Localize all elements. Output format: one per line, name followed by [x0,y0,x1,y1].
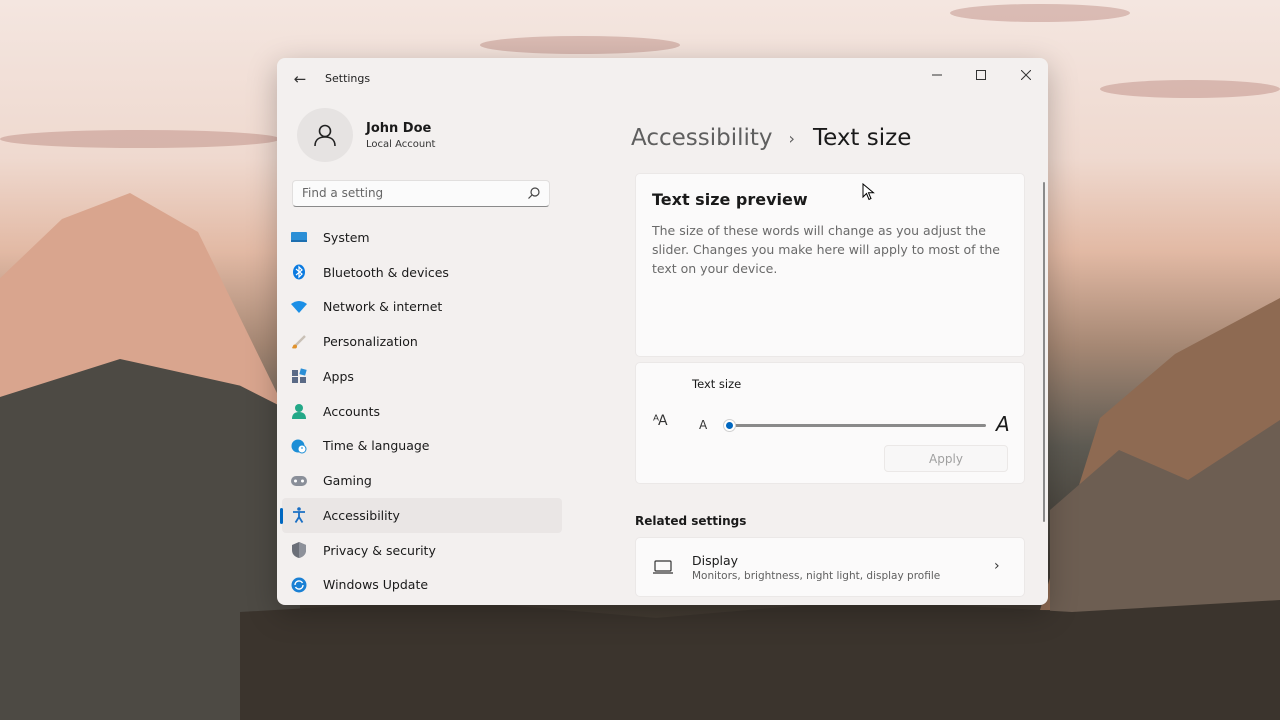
sidebar-item-label: Network & internet [323,299,443,315]
minimize-button[interactable] [919,62,955,88]
update-icon [291,577,307,593]
sidebar-item-gaming[interactable]: Gaming [282,463,562,498]
preview-text: The size of these words will change as y… [652,223,1000,276]
mouse-cursor-icon [862,183,875,201]
user-name: John Doe [366,121,432,136]
paintbrush-icon [291,334,307,350]
sidebar-item-time-language[interactable]: Time & language [282,429,562,464]
person-icon [314,124,336,147]
shield-icon [291,542,307,559]
cloud [480,36,680,54]
sidebar-item-system[interactable]: System [282,220,562,255]
text-size-slider-card: Text size ᴬA A A Apply [635,362,1025,484]
sidebar: John Doe Local Account System Bluetoot [277,98,567,605]
display-subtitle: Monitors, brightness, night light, displ… [692,570,941,582]
system-icon [291,229,307,245]
user-profile[interactable]: John Doe Local Account [297,108,557,164]
sidebar-item-label: Apps [323,368,354,384]
related-settings-heading: Related settings [635,514,747,528]
sidebar-item-label: System [323,229,370,245]
title-bar: ← Settings [277,58,1048,98]
sidebar-item-windows-update[interactable]: Windows Update [282,568,562,603]
content-pane: Accessibility › Text size Text size prev… [567,98,1048,605]
text-size-slider[interactable] [722,419,986,432]
mountain [240,600,1280,720]
accounts-icon [291,403,307,420]
sidebar-item-label: Windows Update [323,577,429,593]
sidebar-item-personalization[interactable]: Personalization [282,324,562,359]
sidebar-item-label: Accounts [323,403,380,419]
close-button[interactable] [1008,62,1044,88]
chevron-right-icon: › [788,128,795,148]
preview-title: Text size preview [652,190,808,209]
search-icon[interactable] [527,186,541,200]
cloud [950,4,1130,22]
sidebar-item-accessibility[interactable]: Accessibility [280,498,562,533]
avatar [297,108,353,162]
page-title: Text size [812,125,912,151]
apps-icon [291,368,307,384]
sidebar-item-bluetooth-devices[interactable]: Bluetooth & devices [282,255,562,290]
scrollbar[interactable] [1043,182,1045,522]
text-size-icon: ᴬA [653,413,668,429]
maximize-button[interactable] [963,62,999,88]
breadcrumb: Accessibility › Text size [631,125,911,151]
text-size-label: Text size [692,377,742,391]
sidebar-item-accounts[interactable]: Accounts [282,394,562,429]
sidebar-item-label: Gaming [323,473,372,489]
gamepad-icon [291,473,307,489]
display-title: Display [692,553,739,568]
cloud [0,130,280,148]
app-title: Settings [325,72,371,85]
chevron-right-icon: › [994,558,1000,574]
search-box[interactable] [292,180,550,207]
accessibility-icon [291,507,307,524]
sidebar-item-apps[interactable]: Apps [282,359,562,394]
cloud [1100,80,1280,98]
breadcrumb-parent[interactable]: Accessibility [631,125,773,151]
account-type: Local Account [366,139,436,150]
sidebar-item-label: Time & language [323,438,430,454]
slider-thumb[interactable] [722,419,736,432]
wifi-icon [291,299,307,315]
sidebar-item-label: Bluetooth & devices [323,264,449,280]
maximize-icon [976,70,986,80]
close-icon [1021,70,1031,80]
sidebar-item-label: Personalization [323,334,418,350]
nav-list: System Bluetooth & devices Network & int… [280,220,562,603]
display-settings-link[interactable]: Display Monitors, brightness, night ligh… [635,537,1025,597]
globe-clock-icon [291,438,307,454]
apply-button[interactable]: Apply [884,445,1008,472]
bluetooth-icon [291,264,307,280]
settings-window: ← Settings John Doe Local Account Find a… [277,58,1048,605]
text-size-preview-card: Text size preview The size of these word… [635,173,1025,357]
minimize-icon [932,74,942,76]
small-text-glyph: A [699,418,708,432]
search-input[interactable] [302,186,522,200]
sidebar-item-label: Privacy & security [323,542,436,558]
back-button[interactable]: ← [289,68,311,90]
sidebar-item-privacy-security[interactable]: Privacy & security [282,533,562,568]
large-text-glyph: A [996,412,1010,436]
sidebar-item-label: Accessibility [323,507,400,523]
laptop-icon [653,560,673,574]
arrow-left-icon: ← [293,70,307,88]
sidebar-item-network-internet[interactable]: Network & internet [282,290,562,325]
